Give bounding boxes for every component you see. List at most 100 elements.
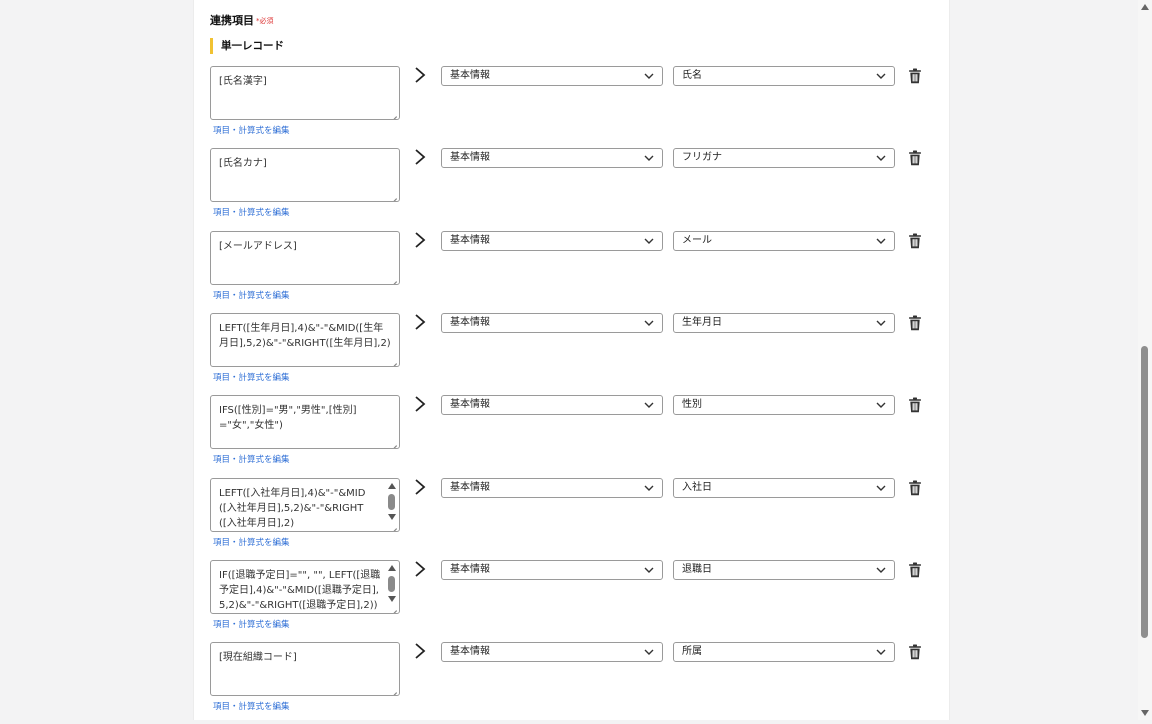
chevron-down-icon	[876, 238, 886, 244]
scroll-up-icon[interactable]	[388, 483, 396, 489]
field-select-value: 退職日	[682, 564, 712, 575]
mapping-row: [メールアドレス] 項目・計算式を編集 基本情報 メール	[194, 231, 949, 313]
chevron-down-icon	[876, 649, 886, 655]
trash-icon[interactable]	[908, 480, 922, 496]
chevron-down-icon	[644, 649, 654, 655]
scroll-up-icon[interactable]	[1141, 4, 1149, 10]
chevron-down-icon	[876, 320, 886, 326]
scroll-thumb[interactable]	[1141, 346, 1148, 638]
formula-textarea[interactable]: [氏名カナ]	[210, 148, 400, 202]
edit-formula-link[interactable]: 項目・計算式を編集	[213, 124, 290, 136]
scroll-down-icon[interactable]	[388, 514, 396, 520]
field-select[interactable]: 性別	[673, 395, 895, 415]
formula-text: LEFT([入社年月日],4)&"-"&MID([入社年月日],5,2)&"-"…	[219, 488, 366, 529]
category-select[interactable]: 基本情報	[441, 66, 663, 86]
mapping-row: LEFT([入社年月日],4)&"-"&MID([入社年月日],5,2)&"-"…	[194, 478, 949, 560]
mapping-row: [氏名カナ] 項目・計算式を編集 基本情報 フリガナ	[194, 148, 949, 230]
scroll-down-icon[interactable]	[1141, 710, 1149, 716]
formula-text: [氏名漢字]	[219, 76, 267, 87]
category-select[interactable]: 基本情報	[441, 478, 663, 498]
edit-formula-link[interactable]: 項目・計算式を編集	[213, 453, 290, 465]
category-select[interactable]: 基本情報	[441, 642, 663, 662]
trash-icon[interactable]	[908, 150, 922, 166]
category-select-value: 基本情報	[450, 646, 490, 657]
trash-icon[interactable]	[908, 397, 922, 413]
field-select[interactable]: フリガナ	[673, 148, 895, 168]
formula-textarea[interactable]: IF([退職予定日]="", "", LEFT([退職予定日],4)&"-"&M…	[210, 560, 400, 614]
category-select[interactable]: 基本情報	[441, 395, 663, 415]
chevron-down-icon	[876, 485, 886, 491]
trash-icon[interactable]	[908, 68, 922, 84]
mapping-row: [氏名漢字] 項目・計算式を編集 基本情報 氏名	[194, 66, 949, 148]
chevron-down-icon	[876, 402, 886, 408]
scroll-down-icon[interactable]	[388, 596, 396, 602]
resize-handle-icon[interactable]	[390, 192, 398, 200]
field-select[interactable]: 入社日	[673, 478, 895, 498]
edit-formula-link[interactable]: 項目・計算式を編集	[213, 536, 290, 548]
scroll-up-icon[interactable]	[388, 565, 396, 571]
field-select-value: 生年月日	[682, 317, 722, 328]
scroll-thumb[interactable]	[388, 494, 395, 510]
field-select[interactable]: 退職日	[673, 560, 895, 580]
field-select-value: 性別	[682, 399, 702, 410]
resize-handle-icon[interactable]	[390, 110, 398, 118]
formula-textarea[interactable]: [現在組織コード]	[210, 642, 400, 696]
edit-formula-link[interactable]: 項目・計算式を編集	[213, 206, 290, 218]
formula-text: LEFT([生年月日],4)&"-"&MID([生年月日],5,2)&"-"&R…	[219, 323, 391, 349]
main-panel: 連携項目 *必須 単一レコード [氏名漢字] 項目・計算式を編集 基本情報 氏名 [氏名カ…	[193, 0, 950, 720]
chevron-right-icon	[415, 149, 426, 165]
resize-handle-icon[interactable]	[390, 522, 398, 530]
chevron-right-icon	[415, 396, 426, 412]
chevron-right-icon	[415, 314, 426, 330]
resize-handle-icon[interactable]	[390, 604, 398, 612]
chevron-right-icon	[415, 643, 426, 659]
category-select-value: 基本情報	[450, 399, 490, 410]
chevron-down-icon	[644, 155, 654, 161]
category-select-value: 基本情報	[450, 235, 490, 246]
required-mark: *必須	[256, 17, 274, 25]
chevron-down-icon	[644, 73, 654, 79]
field-select-value: 所属	[682, 646, 702, 657]
formula-text: [現在組織コード]	[219, 652, 297, 663]
textarea-scrollbar[interactable]	[387, 564, 397, 603]
edit-formula-link[interactable]: 項目・計算式を編集	[213, 618, 290, 630]
scroll-thumb[interactable]	[388, 576, 395, 592]
chevron-down-icon	[876, 155, 886, 161]
formula-textarea[interactable]: [メールアドレス]	[210, 231, 400, 285]
resize-handle-icon[interactable]	[390, 357, 398, 365]
chevron-right-icon	[415, 67, 426, 83]
edit-formula-link[interactable]: 項目・計算式を編集	[213, 371, 290, 383]
chevron-down-icon	[644, 567, 654, 573]
page-scrollbar[interactable]	[1138, 0, 1152, 720]
category-select[interactable]: 基本情報	[441, 148, 663, 168]
edit-formula-link[interactable]: 項目・計算式を編集	[213, 700, 290, 712]
trash-icon[interactable]	[908, 315, 922, 331]
formula-textarea[interactable]: LEFT([生年月日],4)&"-"&MID([生年月日],5,2)&"-"&R…	[210, 313, 400, 367]
formula-text: [メールアドレス]	[219, 241, 297, 252]
category-select-value: 基本情報	[450, 317, 490, 328]
textarea-scrollbar[interactable]	[387, 482, 397, 521]
field-select[interactable]: メール	[673, 231, 895, 251]
trash-icon[interactable]	[908, 562, 922, 578]
resize-handle-icon[interactable]	[390, 275, 398, 283]
formula-textarea[interactable]: IFS([性別]="男","男性",[性別]="女","女性")	[210, 395, 400, 449]
trash-icon[interactable]	[908, 644, 922, 660]
edit-formula-link[interactable]: 項目・計算式を編集	[213, 289, 290, 301]
resize-handle-icon[interactable]	[390, 439, 398, 447]
mapping-row: IFS([性別]="男","男性",[性別]="女","女性") 項目・計算式を編…	[194, 395, 949, 477]
field-select[interactable]: 氏名	[673, 66, 895, 86]
category-select[interactable]: 基本情報	[441, 560, 663, 580]
formula-textarea[interactable]: LEFT([入社年月日],4)&"-"&MID([入社年月日],5,2)&"-"…	[210, 478, 400, 532]
field-select[interactable]: 所属	[673, 642, 895, 662]
category-select[interactable]: 基本情報	[441, 231, 663, 251]
mapping-row: LEFT([生年月日],4)&"-"&MID([生年月日],5,2)&"-"&R…	[194, 313, 949, 395]
resize-handle-icon[interactable]	[390, 686, 398, 694]
field-select-value: フリガナ	[682, 152, 722, 163]
trash-icon[interactable]	[908, 233, 922, 249]
mapping-row: [現在組織コード] 項目・計算式を編集 基本情報 所属	[194, 642, 949, 724]
section-title-text: 連携項目	[210, 14, 254, 27]
category-select[interactable]: 基本情報	[441, 313, 663, 333]
formula-textarea[interactable]: [氏名漢字]	[210, 66, 400, 120]
field-select[interactable]: 生年月日	[673, 313, 895, 333]
chevron-right-icon	[415, 479, 426, 495]
